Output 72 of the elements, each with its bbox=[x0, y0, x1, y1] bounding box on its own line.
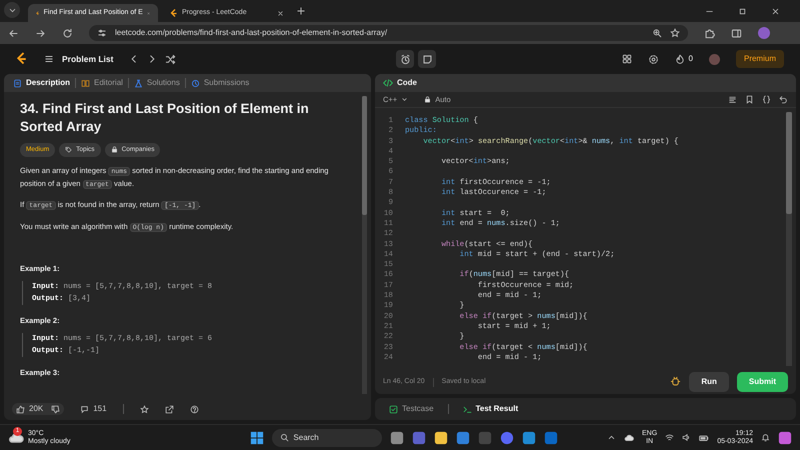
show-hidden-icons-icon[interactable] bbox=[607, 433, 616, 442]
comment-icon bbox=[80, 404, 90, 414]
thumbs-down-icon[interactable] bbox=[51, 404, 60, 414]
panel-tab[interactable]: Solutions bbox=[128, 77, 185, 89]
scrollbar[interactable] bbox=[786, 112, 792, 366]
panel-tab[interactable]: Test Result bbox=[456, 402, 524, 416]
alarm-clock-icon bbox=[400, 54, 411, 64]
new-tab-icon[interactable] bbox=[296, 6, 306, 16]
thumbs-up-icon bbox=[16, 404, 25, 414]
leetcode-logo-icon bbox=[36, 8, 40, 18]
note-icon bbox=[422, 54, 433, 64]
reset-icon[interactable] bbox=[779, 95, 788, 104]
problem-title: 34. Find First and Last Position of Element in Sorted Array bbox=[20, 100, 310, 136]
bookmark-star-icon[interactable] bbox=[670, 28, 680, 38]
help-icon[interactable] bbox=[190, 404, 199, 414]
restore-icon[interactable] bbox=[738, 6, 747, 16]
windows-logo-icon[interactable] bbox=[250, 430, 264, 444]
comments-button[interactable]: 151 bbox=[80, 403, 107, 415]
url-text: leetcode.com/problems/find-first-and-last-position-of-element-in-sorted-array/ bbox=[115, 27, 388, 39]
zoom-icon[interactable] bbox=[652, 28, 662, 38]
cloud-icon[interactable] bbox=[624, 432, 634, 442]
address-bar[interactable]: leetcode.com/problems/find-first-and-last-position-of-element-in-sorted-array/ bbox=[89, 25, 688, 41]
layout-icon[interactable] bbox=[622, 54, 632, 64]
side-panel-icon[interactable] bbox=[731, 28, 742, 38]
panel-tab[interactable]: Editorial bbox=[76, 77, 128, 89]
book-icon bbox=[81, 78, 90, 88]
bookmark-icon[interactable] bbox=[745, 95, 754, 104]
fire-icon bbox=[674, 54, 685, 64]
close-icon[interactable] bbox=[771, 6, 780, 16]
lock-icon bbox=[110, 146, 118, 154]
search-icon bbox=[280, 433, 290, 442]
flask-icon bbox=[134, 78, 143, 88]
caret-icon bbox=[401, 96, 408, 103]
notes-button[interactable] bbox=[418, 50, 436, 68]
back-icon[interactable] bbox=[8, 28, 19, 38]
leetcode-logo-icon[interactable] bbox=[16, 52, 28, 66]
debug-icon[interactable] bbox=[670, 376, 682, 388]
extensions-icon[interactable] bbox=[704, 28, 715, 38]
wifi-icon[interactable] bbox=[665, 433, 674, 442]
shuffle-icon[interactable] bbox=[165, 54, 176, 64]
clock-icon bbox=[190, 78, 200, 88]
settings-icon[interactable] bbox=[648, 54, 659, 64]
panel-tab[interactable]: Description bbox=[8, 77, 76, 89]
leetcode-logo-icon bbox=[170, 8, 178, 18]
lock-icon bbox=[424, 96, 432, 103]
premium-button[interactable]: Premium bbox=[736, 50, 784, 68]
tag-icon bbox=[65, 146, 72, 154]
panel-tab[interactable]: Submissions bbox=[186, 77, 254, 89]
speaker-icon[interactable] bbox=[682, 433, 692, 442]
scrollbar[interactable] bbox=[362, 96, 367, 394]
terminal-icon bbox=[462, 404, 472, 414]
star-icon[interactable] bbox=[140, 404, 149, 414]
close-icon[interactable] bbox=[277, 10, 284, 16]
share-icon[interactable] bbox=[164, 404, 174, 414]
forward-icon[interactable] bbox=[35, 28, 46, 38]
description-icon bbox=[13, 78, 22, 88]
reload-icon[interactable] bbox=[62, 28, 73, 38]
checkbox-icon bbox=[389, 404, 398, 414]
code-icon bbox=[383, 78, 393, 88]
taskbar-search[interactable]: Search bbox=[272, 428, 382, 446]
timer-button[interactable] bbox=[396, 50, 414, 68]
bell-icon[interactable] bbox=[761, 433, 770, 442]
panel-tab[interactable]: Testcase bbox=[383, 402, 440, 416]
battery-icon[interactable] bbox=[699, 432, 710, 442]
list-icon bbox=[44, 54, 54, 64]
run-button[interactable]: Run bbox=[689, 372, 729, 392]
format-icon[interactable] bbox=[728, 95, 737, 104]
streak-counter[interactable]: 0 bbox=[674, 53, 693, 65]
site-settings-icon[interactable] bbox=[97, 28, 107, 38]
panel-title: Code bbox=[397, 77, 417, 89]
braces-icon[interactable] bbox=[762, 95, 771, 104]
problem-list-link[interactable]: Problem List bbox=[44, 52, 114, 66]
